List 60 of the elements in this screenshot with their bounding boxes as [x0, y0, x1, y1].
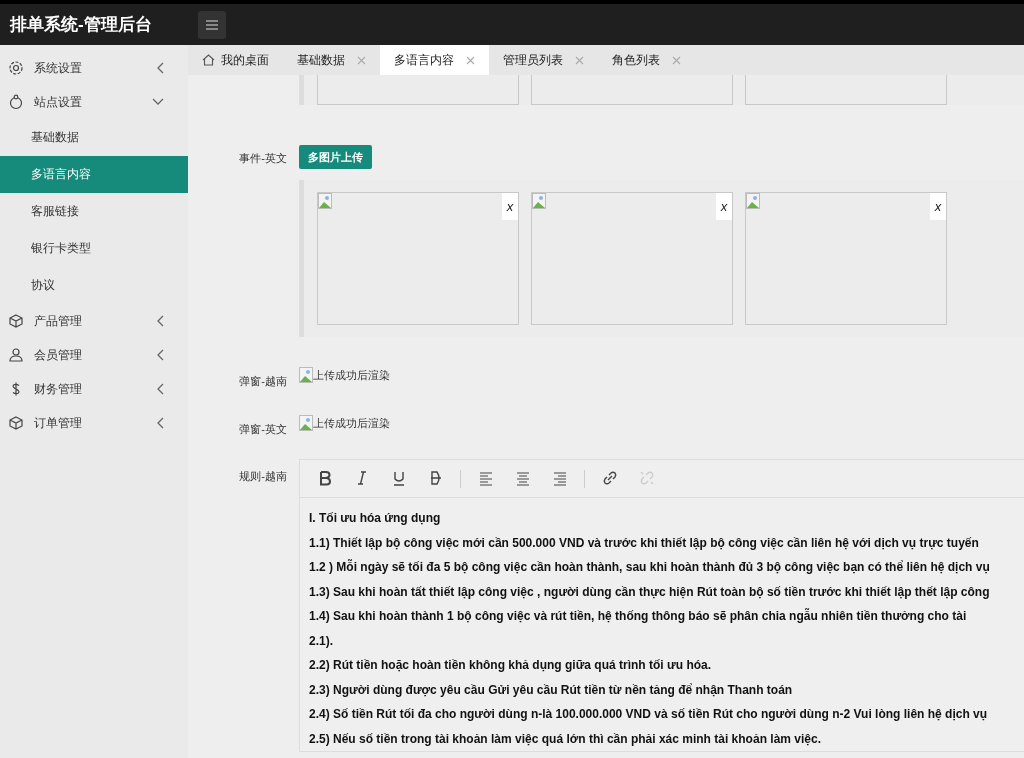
remove-image-button[interactable]: x	[716, 193, 732, 220]
close-icon[interactable]	[357, 55, 366, 65]
editor-text-line: 1.4) Sau khi hoàn thành 1 bộ công việc và rút tiền, hệ thống thông báo sẽ phân chia ngẫu nhiên tiền thưởng cho tài	[309, 607, 968, 625]
field-label: 弹窗-英文	[239, 423, 287, 435]
upload-button[interactable]: 多图片上传	[299, 145, 372, 169]
tab[interactable]: 角色列表	[598, 45, 695, 75]
chevron-left-icon	[157, 349, 164, 361]
app-title: 排单系统-管理后台	[10, 15, 152, 34]
menu-icon	[206, 19, 218, 30]
field-label: 弹窗-越南	[239, 375, 287, 387]
remove-image-button[interactable]: x	[502, 193, 518, 220]
user-icon	[8, 347, 24, 363]
field-label: 事件-英文	[239, 152, 287, 164]
tab[interactable]: 基础数据	[283, 45, 380, 75]
tab[interactable]: 多语言内容	[380, 45, 489, 75]
sidebar-item[interactable]: 产品管理	[0, 304, 188, 338]
home-icon	[202, 54, 215, 66]
close-icon[interactable]	[466, 55, 475, 65]
chevron-left-icon	[157, 383, 164, 395]
editor-text-line: 2.3) Người dùng được yêu cầu Gửi yêu cầu Rút tiền từ nền tảng để nhận Thanh toán	[309, 681, 794, 699]
tab[interactable]: 管理员列表	[489, 45, 598, 75]
sidebar-item[interactable]: 订单管理	[0, 406, 188, 440]
chevron-left-icon	[157, 315, 164, 327]
rich-text-editor[interactable]	[299, 459, 1024, 752]
editor-text-line: 1.2 ) Mỗi ngày sẽ tối đa 5 bộ công việc cần hoàn thành, sau khi hoàn thành đủ 3 bộ công việc bạn có thể liên hệ dịch vụ	[309, 558, 991, 576]
sidebar-item[interactable]: 财务管理	[0, 372, 188, 406]
broken-image-icon	[299, 367, 313, 383]
sidebar-subitem[interactable]: 协议	[0, 267, 188, 304]
image-alt-text: 上传成功后渲染	[313, 367, 390, 383]
sidebar-subitem[interactable]: 基础数据	[0, 119, 188, 156]
sidebar-item[interactable]: 系统设置	[0, 51, 188, 85]
editor-text-line: 2.5) Nếu số tiền trong tài khoản làm việc quá lớn thì cần phải xác minh tài khoản làm việc.	[309, 730, 822, 748]
broken-image-icon	[746, 193, 760, 209]
sidebar-item[interactable]: 站点设置	[0, 85, 188, 119]
broken-image-icon	[532, 193, 546, 209]
editor-text-line: 2.1).	[309, 632, 334, 650]
cube-icon	[8, 415, 24, 431]
editor-text-line: 2.2) Rút tiền hoặc hoàn tiền không khả dụng giữa quá trình tối ưu hóa.	[309, 657, 713, 674]
sidebar-subitem[interactable]: 多语言内容	[0, 156, 188, 193]
field-label: 规则-越南	[239, 470, 287, 482]
settings-icon	[8, 60, 24, 76]
menu-button[interactable]	[198, 10, 226, 39]
broken-image-icon	[299, 415, 313, 431]
editor-text-line: 1.1) Thiết lập bộ công việc mới cần 500.000 VND và trước khi thiết lập bộ công việc cần liên hệ với dịch vụ trực tuyến	[309, 534, 980, 552]
broken-image-icon	[318, 193, 332, 209]
tab[interactable]: 我的桌面	[188, 45, 283, 75]
chevron-left-icon	[157, 62, 164, 74]
sidebar-subitem[interactable]: 银行卡类型	[0, 230, 188, 267]
close-icon[interactable]	[575, 55, 584, 65]
close-icon[interactable]	[672, 55, 681, 65]
image-alt-text: 上传成功后渲染	[313, 415, 390, 431]
editor-text-line: I. Tối ưu hóa ứng dụng	[309, 510, 442, 527]
sidebar-item[interactable]: 会员管理	[0, 338, 188, 372]
sidebar-subitem[interactable]: 客服链接	[0, 193, 188, 230]
chevron-down-icon	[152, 98, 164, 106]
remove-image-button[interactable]: x	[930, 193, 946, 220]
editor-text-line: 2.4) Số tiền Rút tối đa cho người dùng n-là 100.000.000 VND và số tiền Rút cho người dùng n-2 Vui lòng liên hệ dịch vụ	[309, 706, 989, 723]
cube-icon	[8, 313, 24, 329]
chevron-left-icon	[157, 417, 164, 429]
editor-text-line: 1.3) Sau khi hoàn tất thiết lập công việc , người dùng cần thực hiện Rút toàn bộ số tiền trước khi thiết lập thết lập công	[309, 583, 991, 601]
